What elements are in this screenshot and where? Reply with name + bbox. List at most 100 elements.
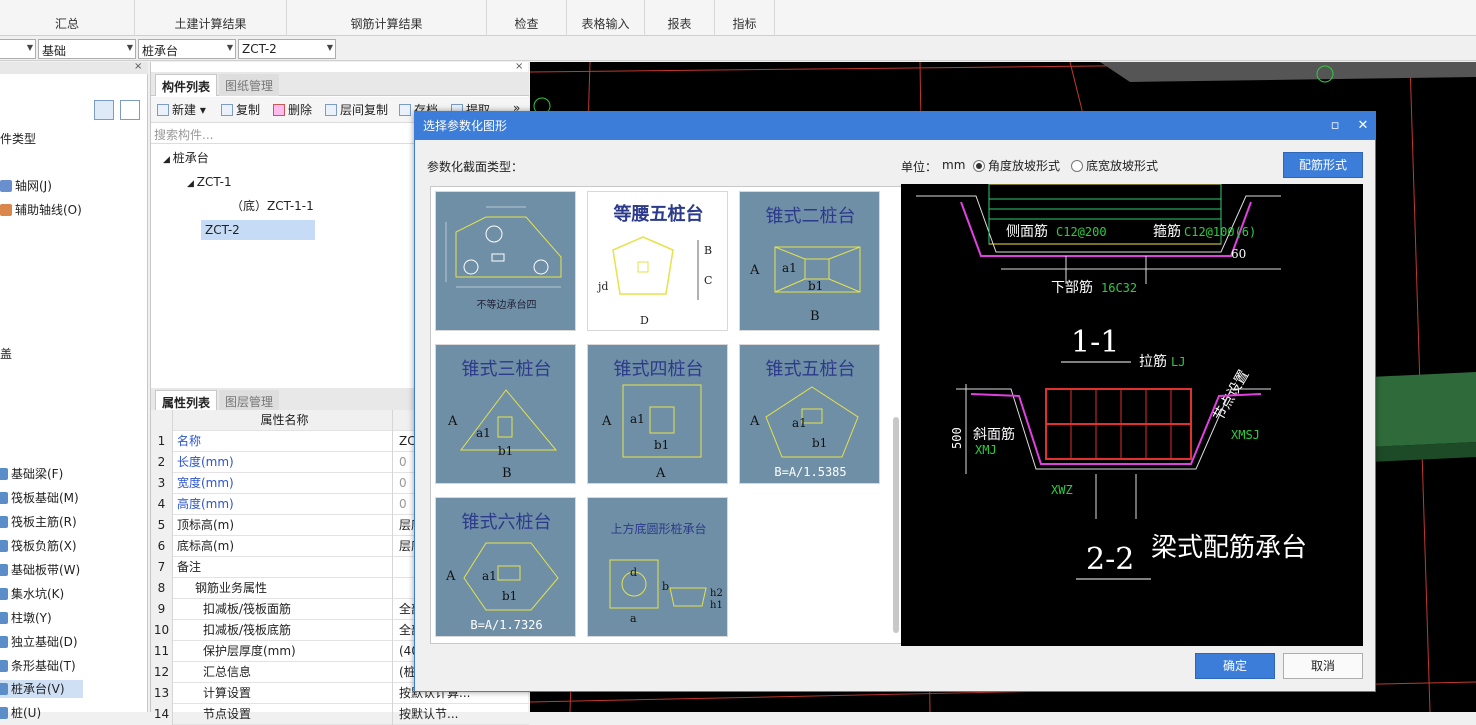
maximize-icon[interactable]: ▫ xyxy=(1321,112,1349,140)
grid-scrollbar[interactable] xyxy=(893,417,899,633)
xmsj-label: XMSJ xyxy=(1231,428,1260,442)
list-view-icon[interactable] xyxy=(94,100,114,120)
new-label: 新建 xyxy=(172,103,197,117)
ribbon-tab-check[interactable]: 检查 xyxy=(487,0,567,36)
ribbon-tab-summary[interactable]: 汇总 xyxy=(0,0,135,36)
nav-label: 桩(U) xyxy=(11,706,42,720)
nav-label: 基础梁(F) xyxy=(11,467,64,481)
nav-item-pier[interactable]: 柱墩(Y) xyxy=(0,609,52,627)
filter-bar: ▼ 基础 ▼ 桩承台 ▼ ZCT-2 ▼ xyxy=(0,37,1476,61)
delete-button[interactable]: 删除 xyxy=(273,101,312,118)
tree-node-zct1-1[interactable]: （底）ZCT-1-1 xyxy=(231,196,314,216)
component-type-panel: × 件类型 轴网(J) 辅助轴线(O) 盖 基础梁(F) 筏板基础(M) 筏板主… xyxy=(0,61,148,720)
nav-item-aux-axis[interactable]: 辅助轴线(O) xyxy=(0,201,82,219)
row-number: 2 xyxy=(151,452,173,473)
nav-label: 桩承台(V) xyxy=(11,682,65,696)
shape-card-cone-four[interactable]: 锥式四桩台 A a1 b1 A xyxy=(587,344,728,484)
component-combo[interactable]: ZCT-2 ▼ xyxy=(238,39,336,59)
tab-drawing-management[interactable]: 图纸管理 xyxy=(219,74,280,96)
pile-cap-icon xyxy=(0,683,8,695)
cancel-button[interactable]: 取消 xyxy=(1283,653,1363,679)
radio-angle-slope[interactable]: 角度放坡形式 xyxy=(973,157,1060,174)
nav-item-pile[interactable]: 桩(U) xyxy=(0,704,41,722)
rebar-preview: 60 侧面筋 C12@200 箍筋 C12@100(6) 下部筋 16C32 1… xyxy=(901,184,1363,646)
floor-copy-button[interactable]: 层间复制 xyxy=(325,101,388,118)
axis-icon xyxy=(0,204,12,216)
dialog-title: 选择参数化图形 xyxy=(415,112,1375,140)
nav-item-slab-strip[interactable]: 基础板带(W) xyxy=(0,561,80,579)
copy-label: 复制 xyxy=(236,103,261,117)
tree-label: 桩承台 xyxy=(172,151,209,165)
detail-view-icon[interactable] xyxy=(120,100,140,120)
nav-item-sump[interactable]: 集水坑(K) xyxy=(0,585,64,603)
new-button[interactable]: 新建 ▾ xyxy=(157,101,206,118)
nav-group-label: 盖 xyxy=(0,347,13,361)
property-name: 汇总信息 xyxy=(175,662,393,683)
shape-card-round-pile-cap[interactable]: 上方底圆形桩承台 d b a h2 h1 xyxy=(587,497,728,637)
shape-caption: 不等边承台四 xyxy=(476,300,537,311)
tab-layer-management[interactable]: 图层管理 xyxy=(219,390,280,412)
close-icon[interactable]: ✕ xyxy=(1349,112,1377,140)
shape-card-cone-five[interactable]: 锥式五桩台 A a1 b1 B=A/1.5385 xyxy=(739,344,880,484)
radio-width-slope[interactable]: 底宽放坡形式 xyxy=(1071,157,1158,174)
row-number: 4 xyxy=(151,494,173,515)
tree-node-zct1[interactable]: ◢ ZCT-1 xyxy=(187,172,232,192)
ok-button[interactable]: 确定 xyxy=(1195,653,1275,679)
nav-label: 辅助轴线(O) xyxy=(15,203,82,217)
tab-component-list[interactable]: 构件列表 xyxy=(155,74,218,96)
tree-node-pile-cap[interactable]: ◢ 桩承台 xyxy=(163,148,209,168)
ribbon-tab-index[interactable]: 指标 xyxy=(715,0,775,36)
row-number: 12 xyxy=(151,662,173,683)
xwz-label: XWZ xyxy=(1051,483,1073,497)
property-name: 长度(mm) xyxy=(175,452,393,473)
ribbon-tab-table-input[interactable]: 表格输入 xyxy=(567,0,645,36)
property-name: 计算设置 xyxy=(175,683,393,704)
shape-card-cone-six[interactable]: 锥式六桩台 A a1 b1 B=A/1.7326 xyxy=(435,497,576,637)
ribbon-label: 指标 xyxy=(732,17,757,31)
bottom-bar-label: 下部筋 xyxy=(1051,279,1093,296)
floor-combo[interactable]: ▼ xyxy=(0,39,36,59)
ribbon-label: 土建计算结果 xyxy=(174,17,247,31)
close-icon[interactable]: × xyxy=(134,61,142,72)
nav-item-foundation-beam[interactable]: 基础梁(F) xyxy=(0,465,63,483)
header-name: 属性名称 xyxy=(175,410,393,431)
nav-item-isolated-footing[interactable]: 独立基础(D) xyxy=(0,633,78,651)
shape-card-cone-three[interactable]: 锥式三桩台 A a1 b1 B xyxy=(435,344,576,484)
category-combo[interactable]: 基础 ▼ xyxy=(38,39,136,59)
property-name: 扣减板/筏板面筋 xyxy=(175,599,393,620)
type-combo[interactable]: 桩承台 ▼ xyxy=(138,39,236,59)
nav-label: 轴网(J) xyxy=(15,179,52,193)
strip-icon xyxy=(0,564,8,576)
close-icon[interactable]: × xyxy=(515,61,523,72)
shape-card-cone-two[interactable]: 锥式二桩台 A a1 b1 B xyxy=(739,191,880,331)
nav-item-raft[interactable]: 筏板基础(M) xyxy=(0,489,79,507)
nav-item-raft-main-bar[interactable]: 筏板主筋(R) xyxy=(0,513,77,531)
nav-item-raft-neg-bar[interactable]: 筏板负筋(X) xyxy=(0,537,77,555)
ribbon-label: 钢筋计算结果 xyxy=(350,17,423,31)
row-number: 9 xyxy=(151,599,173,620)
property-row[interactable]: 14 节点设置 按默认节... xyxy=(151,704,529,725)
property-value[interactable]: 按默认节... xyxy=(397,704,529,725)
property-name: 扣减板/筏板底筋 xyxy=(175,620,393,641)
copy-button[interactable]: 复制 xyxy=(221,101,260,118)
shape-card-isosceles-five[interactable]: 等腰五桩台 B C jd D xyxy=(587,191,728,331)
nav-item-grid[interactable]: 轴网(J) xyxy=(0,177,52,195)
rebar-form-button[interactable]: 配筋形式 xyxy=(1283,152,1363,178)
svg-text:B: B xyxy=(810,309,820,324)
row-number: 10 xyxy=(151,620,173,641)
svg-text:b1: b1 xyxy=(654,438,669,452)
row-number: 11 xyxy=(151,641,173,662)
nav-item-strip-footing[interactable]: 条形基础(T) xyxy=(0,657,76,675)
archive-icon xyxy=(399,104,411,116)
ribbon-tab-report[interactable]: 报表 xyxy=(645,0,715,36)
nav-item-pile-cap[interactable]: 桩承台(V) xyxy=(0,680,83,698)
property-name: 宽度(mm) xyxy=(175,473,393,494)
ribbon-tab-civil-results[interactable]: 土建计算结果 xyxy=(135,0,287,36)
svg-text:b1: b1 xyxy=(498,444,513,458)
ribbon-tab-rebar-results[interactable]: 钢筋计算结果 xyxy=(287,0,487,36)
shape-caption: B=A/1.7326 xyxy=(470,618,543,632)
shape-card-unequal-four[interactable]: 不等边承台四 xyxy=(435,191,576,331)
row-number: 1 xyxy=(151,431,173,452)
tab-property-list[interactable]: 属性列表 xyxy=(155,390,218,412)
tree-node-zct2[interactable]: ZCT-2 xyxy=(201,220,315,240)
